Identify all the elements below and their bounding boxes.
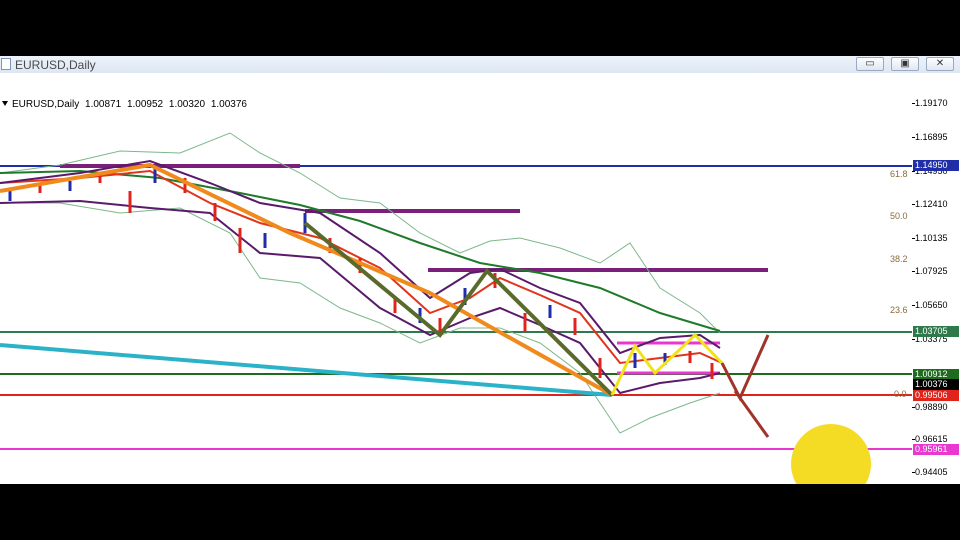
price-axis[interactable]: 1.19170 1.16895 1.14950 1.12410 1.10135 … (912, 73, 960, 484)
brown-projection-arrow (720, 334, 770, 402)
price-label-magenta: 0.95961 (913, 444, 959, 455)
moving-average-green (0, 169, 721, 332)
info-close: 1.00376 (210, 99, 247, 110)
chart-window: EURUSD,Daily ▭ ▣ ✕ EURUSD,Daily 1.00871 … (0, 56, 960, 484)
chart-drawing (0, 132, 912, 450)
price-chart-area[interactable]: EURUSD,Daily 1.00871 1.00952 1.00320 1.0… (0, 73, 913, 484)
price-tick: 0.94405 (912, 467, 948, 477)
window-title: EURUSD,Daily (15, 58, 96, 72)
price-tick: 1.10135 (912, 233, 948, 243)
price-tick: 0.98890 (912, 402, 948, 412)
brown-projection-down (733, 390, 770, 438)
bollinger-lower (0, 202, 721, 434)
price-label-green: 1.03705 (913, 326, 959, 337)
info-symbol: EURUSD,Daily (12, 99, 80, 110)
price-tick: 1.19170 (912, 98, 948, 108)
price-tick: 1.16895 (912, 132, 948, 142)
info-open: 1.00871 (85, 99, 122, 110)
orange-trendline (0, 162, 613, 397)
price-label-current: 1.00376 (913, 379, 959, 390)
fib-level-0: 0.0 (894, 389, 907, 399)
cyan-trendline (0, 343, 613, 397)
bollinger-upper (0, 132, 721, 334)
fib-level-61-8: 61.8 (890, 169, 908, 179)
fib-level-23-6: 23.6 (890, 305, 908, 315)
dropdown-triangle-icon[interactable] (2, 101, 8, 107)
bottom-black-bar (0, 484, 960, 540)
fib-level-38-2: 38.2 (890, 254, 908, 264)
price-tick: 1.05650 (912, 300, 948, 310)
price-label-blue: 1.14950 (913, 160, 959, 171)
minimize-button[interactable]: ▭ (856, 57, 884, 71)
info-low: 1.00320 (168, 99, 206, 110)
symbol-info-line: EURUSD,Daily 1.00871 1.00952 1.00320 1.0… (0, 99, 247, 110)
maximize-button[interactable]: ▣ (891, 57, 919, 71)
info-high: 1.00952 (126, 99, 164, 110)
price-tick: 1.07925 (912, 266, 948, 276)
title-bar[interactable]: EURUSD,Daily ▭ ▣ ✕ (0, 56, 960, 74)
price-label-red: 0.99506 (913, 390, 959, 401)
chart-window-icon (1, 58, 11, 70)
price-tick: 0.96615 (912, 434, 948, 444)
price-tick: 1.12410 (912, 199, 948, 209)
close-button[interactable]: ✕ (926, 57, 954, 71)
envelope-purple-lower (0, 199, 721, 395)
fib-level-50: 50.0 (890, 211, 908, 221)
